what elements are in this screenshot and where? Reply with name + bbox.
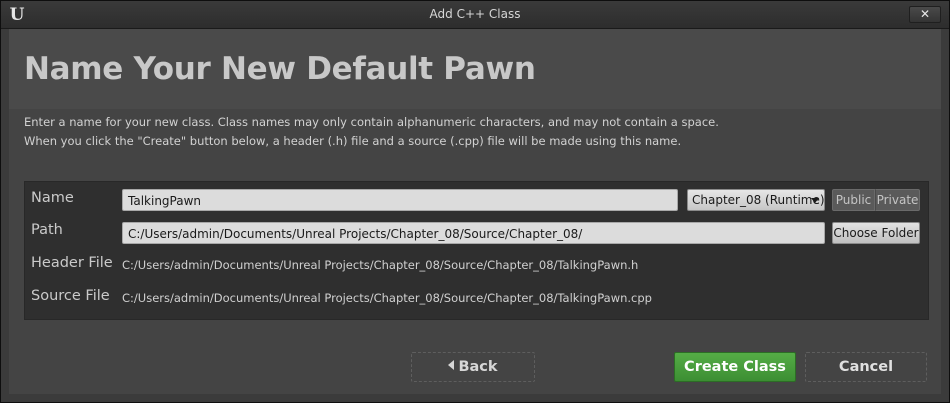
header-file-path: C:/Users/admin/Documents/Unreal Projects… — [122, 258, 639, 272]
create-class-button[interactable]: Create Class — [674, 352, 796, 382]
back-arrow-icon — [448, 360, 455, 370]
back-button[interactable]: Back — [411, 352, 535, 382]
title-bar[interactable]: U Add C++ Class ✕ — [1, 1, 949, 29]
chevron-down-icon — [811, 198, 819, 203]
module-dropdown-value: Chapter_08 (Runtime) — [692, 193, 825, 207]
close-button[interactable]: ✕ — [909, 6, 941, 23]
source-file-path: C:/Users/admin/Documents/Unreal Projects… — [122, 291, 652, 305]
add-class-dialog: U Add C++ Class ✕ Name Your New Default … — [0, 0, 950, 403]
name-label: Name — [31, 190, 74, 206]
description-line-2: When you click the "Create" button below… — [24, 134, 682, 148]
description-line-1: Enter a name for your new class. Class n… — [24, 115, 719, 129]
choose-folder-button[interactable]: Choose Folder — [832, 222, 920, 244]
public-toggle-button[interactable]: Public — [832, 189, 875, 211]
header-file-label: Header File — [31, 255, 113, 271]
path-input[interactable]: C:/Users/admin/Documents/Unreal Projects… — [122, 222, 825, 244]
path-label: Path — [31, 222, 63, 238]
class-name-input[interactable]: TalkingPawn — [122, 189, 678, 211]
dialog-content: Name Your New Default Pawn Enter a name … — [9, 29, 941, 394]
private-toggle-button[interactable]: Private — [875, 189, 920, 211]
module-dropdown[interactable]: Chapter_08 (Runtime) — [687, 189, 825, 211]
header-band: Name Your New Default Pawn — [9, 29, 941, 109]
cancel-button[interactable]: Cancel — [805, 352, 927, 382]
source-file-label: Source File — [31, 288, 110, 304]
class-settings-panel: Name TalkingPawn Chapter_08 (Runtime) Pu… — [24, 181, 929, 320]
back-button-label: Back — [458, 359, 498, 375]
window-title: Add C++ Class — [429, 7, 521, 21]
page-title: Name Your New Default Pawn — [24, 51, 536, 87]
